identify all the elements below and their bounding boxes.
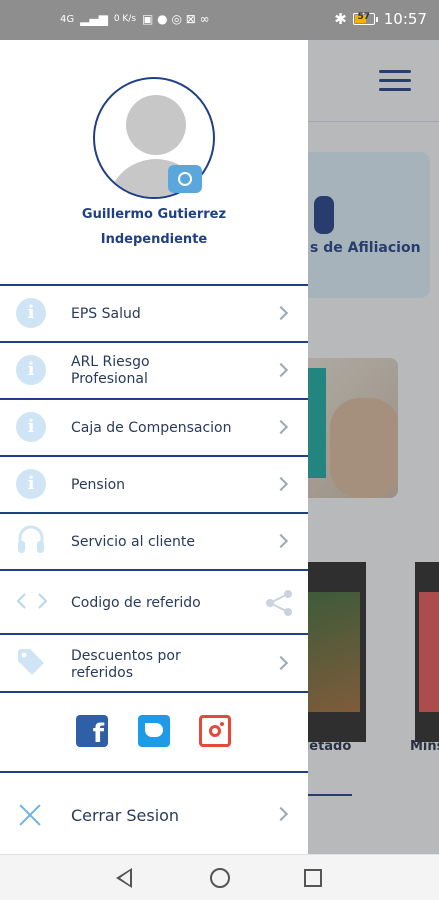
code-icon xyxy=(16,591,48,611)
clock: 10:57 xyxy=(383,10,427,28)
chevron-right-icon xyxy=(273,419,289,435)
info-icon: i xyxy=(16,298,46,328)
notification-icons: ▣ ● ◎ ⊠ ∞ xyxy=(142,12,210,26)
system-nav-bar xyxy=(0,854,439,900)
menu-item-label: Descuentos por referidos xyxy=(71,648,181,681)
headset-icon xyxy=(16,524,46,558)
menu-item-codigo-referido[interactable]: Codigo de referido xyxy=(0,569,308,633)
chevron-right-icon xyxy=(273,533,289,549)
menu-item-label: Pension xyxy=(71,477,126,493)
menu-item-eps-salud[interactable]: i EPS Salud xyxy=(0,284,308,341)
chevron-right-icon xyxy=(273,476,289,492)
facebook-icon[interactable]: f xyxy=(76,715,108,749)
menu-item-pension[interactable]: i Pension xyxy=(0,455,308,512)
profile-section: Guillermo Gutierrez Independiente xyxy=(0,40,308,284)
back-icon[interactable] xyxy=(116,868,132,888)
menu-item-label: Codigo de referido xyxy=(71,595,201,611)
twitter-icon[interactable] xyxy=(138,715,170,747)
tag-icon xyxy=(16,647,46,677)
battery-icon: 57 xyxy=(352,12,378,25)
menu-item-arl[interactable]: i ARL Riesgo Profesional xyxy=(0,341,308,398)
home-icon[interactable] xyxy=(210,868,230,888)
profile-name: Guillermo Gutierrez xyxy=(81,207,227,222)
menu-item-label: ARL Riesgo Profesional xyxy=(71,354,150,387)
navigation-drawer: Guillermo Gutierrez Independiente i EPS … xyxy=(0,40,308,854)
signal-icon: ▂▄▆ xyxy=(80,12,108,26)
profile-type: Independiente xyxy=(100,232,208,247)
instagram-icon[interactable] xyxy=(199,715,231,747)
speed-label: 0 K/s xyxy=(113,14,137,24)
share-icon[interactable] xyxy=(264,589,294,621)
chevron-right-icon xyxy=(273,806,289,822)
chevron-right-icon xyxy=(273,305,289,321)
chevron-right-icon xyxy=(273,655,289,671)
chevron-right-icon xyxy=(273,362,289,378)
menu-item-label: Servicio al cliente xyxy=(71,534,196,550)
close-icon xyxy=(18,803,42,827)
menu-item-descuentos[interactable]: Descuentos por referidos xyxy=(0,633,308,691)
info-icon: i xyxy=(16,412,46,442)
menu-item-label: EPS Salud xyxy=(71,306,141,322)
camera-icon[interactable] xyxy=(168,165,202,193)
bluetooth-icon: ✱ xyxy=(334,10,347,28)
logout-item[interactable]: Cerrar Sesion xyxy=(0,771,308,854)
menu-item-caja[interactable]: i Caja de Compensacion xyxy=(0,398,308,455)
menu-item-label: Caja de Compensacion xyxy=(71,420,232,436)
battery-level: 57 xyxy=(357,12,371,22)
info-icon: i xyxy=(16,355,46,385)
network-label: 4G xyxy=(60,13,75,25)
info-icon: i xyxy=(16,469,46,499)
logout-label: Cerrar Sesion xyxy=(71,806,180,825)
status-bar: 4G ▂▄▆ 0 K/s ▣ ● ◎ ⊠ ∞ ✱ 57 10:57 xyxy=(0,0,439,40)
menu-item-servicio-cliente[interactable]: Servicio al cliente xyxy=(0,512,308,569)
social-links: f xyxy=(0,691,308,771)
recents-icon[interactable] xyxy=(304,869,322,887)
